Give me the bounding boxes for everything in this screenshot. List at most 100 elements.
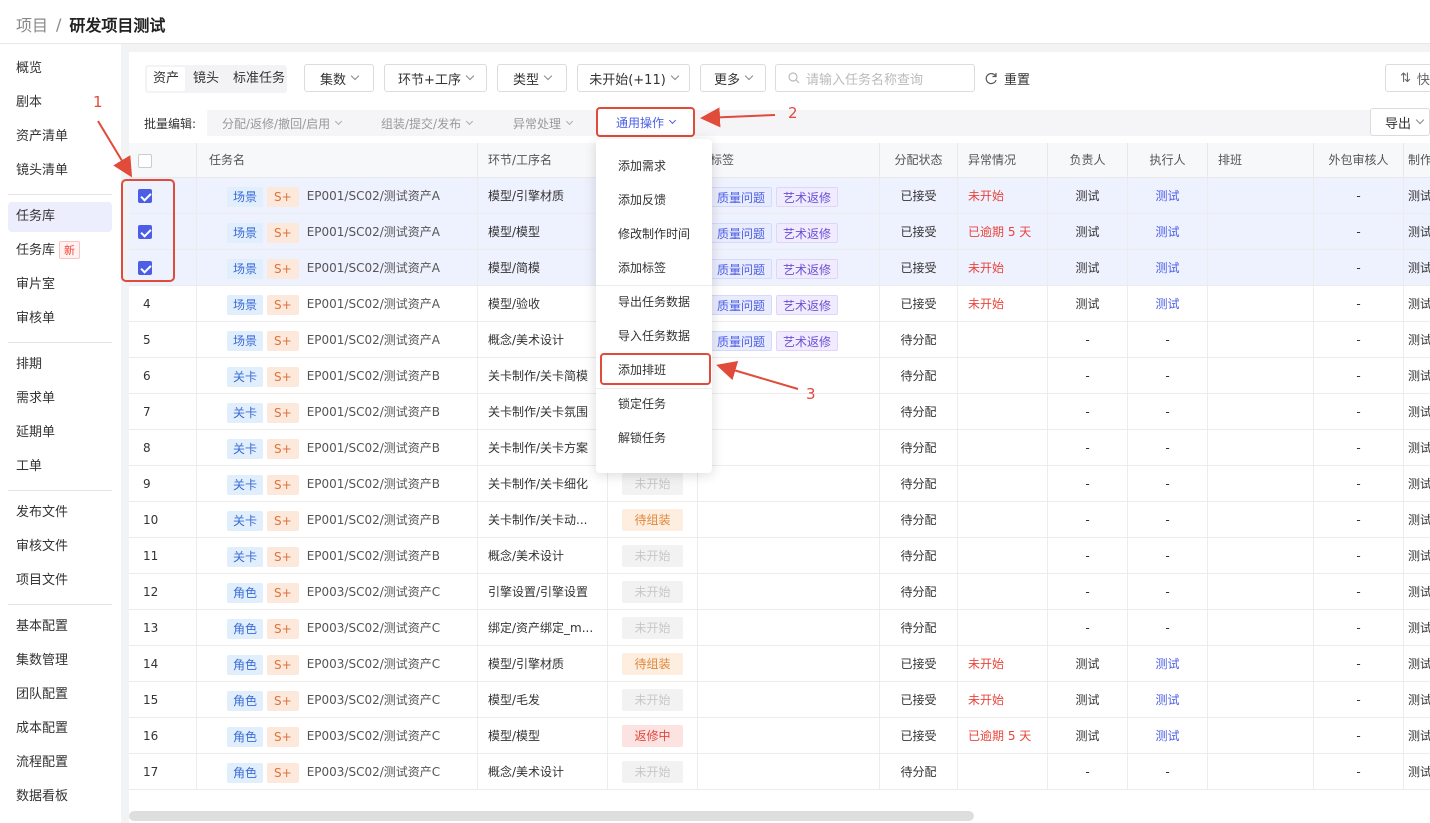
task-path[interactable]: EP003/SC02/测试资产C bbox=[307, 765, 440, 779]
filter-step[interactable]: 环节+工序 bbox=[384, 64, 487, 92]
segment-assets[interactable]: 资产 bbox=[147, 67, 186, 91]
header-schedule[interactable]: 排班 bbox=[1208, 143, 1314, 178]
sidebar-item[interactable]: 任务库 bbox=[8, 202, 112, 232]
sidebar-item[interactable]: 发布文件 bbox=[8, 498, 112, 528]
task-path[interactable]: EP003/SC02/测试资产C bbox=[307, 729, 440, 743]
task-path[interactable]: EP001/SC02/测试资产A bbox=[307, 189, 440, 203]
general-operations-button[interactable]: 通用操作 bbox=[596, 107, 695, 137]
task-path[interactable]: EP003/SC02/测试资产C bbox=[307, 693, 440, 707]
task-path[interactable]: EP001/SC02/测试资产A bbox=[307, 297, 440, 311]
filter-more[interactable]: 更多 bbox=[700, 64, 766, 92]
filter-type[interactable]: 类型 bbox=[497, 64, 567, 92]
sidebar-item[interactable]: 延期单 bbox=[8, 418, 112, 448]
select-all-checkbox[interactable] bbox=[138, 154, 152, 168]
sidebar-item[interactable]: 概览 bbox=[8, 54, 112, 84]
header-tags[interactable]: 标签 bbox=[698, 143, 880, 178]
table-row[interactable]: 17 角色 S+ EP003/SC02/测试资产C 概念/美术设计 未开始 待分配 - - - 测试 bbox=[129, 754, 1430, 790]
task-path[interactable]: EP001/SC02/测试资产B bbox=[307, 549, 440, 563]
executor-name[interactable]: 测试 bbox=[1155, 261, 1179, 275]
menu-item-export-tasks[interactable]: 导出任务数据 bbox=[596, 285, 712, 319]
task-path[interactable]: EP001/SC02/测试资产B bbox=[307, 513, 440, 527]
batch-op-assign[interactable]: 分配/返修/撤回/启用 bbox=[222, 115, 343, 132]
header-owner[interactable]: 负责人 bbox=[1048, 143, 1128, 178]
sidebar-item-label: 剧本 bbox=[16, 95, 43, 110]
table-row[interactable]: 场景 S+ EP001/SC02/测试资产A 模型/模型 质量问题 艺术返修 已接受 已逾期 … bbox=[129, 214, 1430, 250]
sidebar-item[interactable]: 资产清单 bbox=[8, 122, 112, 152]
sidebar-item[interactable]: 基本配置 bbox=[8, 612, 112, 642]
menu-item-import-tasks[interactable]: 导入任务数据 bbox=[596, 319, 712, 353]
task-path[interactable]: EP003/SC02/测试资产C bbox=[307, 585, 440, 599]
menu-item-lock-task[interactable]: 锁定任务 bbox=[596, 387, 712, 421]
table-row[interactable]: 7 关卡 S+ EP001/SC02/测试资产B 关卡制作/关卡氛围 待分配 - - - 测试 bbox=[129, 394, 1430, 430]
table-row[interactable]: 10 关卡 S+ EP001/SC02/测试资产B 关卡制作/关卡动... 待组装 待分配 -… bbox=[129, 502, 1430, 538]
export-button[interactable]: 导出 bbox=[1370, 108, 1430, 136]
executor-name[interactable]: 测试 bbox=[1155, 693, 1179, 707]
header-outsource-reviewer[interactable]: 外包审核人 bbox=[1314, 143, 1404, 178]
header-assign-status[interactable]: 分配状态 bbox=[880, 143, 958, 178]
task-path[interactable]: EP003/SC02/测试资产C bbox=[307, 621, 440, 635]
table-row[interactable]: 场景 S+ EP001/SC02/测试资产A 模型/引擎材质 质量问题 艺术返修 已接受 未开… bbox=[129, 178, 1430, 214]
reset-button[interactable]: 重置 bbox=[985, 64, 1030, 92]
task-path[interactable]: EP001/SC02/测试资产B bbox=[307, 477, 440, 491]
sidebar-item[interactable]: 镜头清单 bbox=[8, 156, 112, 186]
task-path[interactable]: EP001/SC02/测试资产A bbox=[307, 333, 440, 347]
executor-name[interactable]: 测试 bbox=[1155, 189, 1179, 203]
table-row[interactable]: 9 关卡 S+ EP001/SC02/测试资产B 关卡制作/关卡细化 未开始 待分配 - - - 测… bbox=[129, 466, 1430, 502]
header-step[interactable]: 环节/工序名 bbox=[478, 143, 608, 178]
table-row[interactable]: 16 角色 S+ EP003/SC02/测试资产C 模型/模型 返修中 已接受 已逾期 5 天… bbox=[129, 718, 1430, 754]
table-row[interactable]: 11 关卡 S+ EP001/SC02/测试资产B 概念/美术设计 未开始 待分配 - - - 测试 bbox=[129, 538, 1430, 574]
table-row[interactable]: 8 关卡 S+ EP001/SC02/测试资产B 关卡制作/关卡方案 待分配 - - - 测试 bbox=[129, 430, 1430, 466]
sidebar-item[interactable]: 审片室 bbox=[8, 270, 112, 300]
filter-episodes[interactable]: 集数 bbox=[304, 64, 374, 92]
task-path[interactable]: EP001/SC02/测试资产B bbox=[307, 441, 440, 455]
filter-status[interactable]: 未开始(+11) bbox=[577, 64, 690, 92]
search-input[interactable]: 请输入任务名称查询 bbox=[775, 64, 975, 92]
sidebar-item[interactable]: 需求单 bbox=[8, 384, 112, 414]
task-path[interactable]: EP001/SC02/测试资产A bbox=[307, 225, 440, 239]
menu-item-edit-production-time[interactable]: 修改制作时间 bbox=[596, 217, 712, 251]
header-maker[interactable]: 制作 bbox=[1404, 143, 1430, 178]
table-row[interactable]: 14 角色 S+ EP003/SC02/测试资产C 模型/引擎材质 待组装 已接受 未开始 测试… bbox=[129, 646, 1430, 682]
quick-button[interactable]: ⇅ 快 bbox=[1385, 64, 1430, 92]
task-path[interactable]: EP001/SC02/测试资产B bbox=[307, 405, 440, 419]
table-row[interactable]: 5 场景 S+ EP001/SC02/测试资产A 概念/美术设计 质量问题 艺术返修 待分配 -… bbox=[129, 322, 1430, 358]
menu-item-add-tag[interactable]: 添加标签 bbox=[596, 251, 712, 285]
header-executor[interactable]: 执行人 bbox=[1128, 143, 1208, 178]
sidebar-item[interactable]: 数据看板 bbox=[8, 782, 112, 812]
executor-name[interactable]: 测试 bbox=[1155, 657, 1179, 671]
menu-item-unlock-task[interactable]: 解锁任务 bbox=[596, 421, 712, 455]
table-row[interactable]: 13 角色 S+ EP003/SC02/测试资产C 绑定/资产绑定_m... 未开始 待分配… bbox=[129, 610, 1430, 646]
sidebar-item[interactable]: 团队配置 bbox=[8, 680, 112, 710]
batch-op-assemble[interactable]: 组装/提交/发布 bbox=[381, 115, 474, 132]
batch-op-exception[interactable]: 异常处理 bbox=[513, 115, 574, 132]
segment-standard-tasks[interactable]: 标准任务 bbox=[227, 67, 291, 91]
menu-item-add-feedback[interactable]: 添加反馈 bbox=[596, 183, 712, 217]
sidebar-item[interactable]: 集数管理 bbox=[8, 646, 112, 676]
sidebar-item[interactable]: 审核单 bbox=[8, 304, 112, 334]
breadcrumb-root[interactable]: 项目 bbox=[16, 12, 48, 36]
segment-shots[interactable]: 镜头 bbox=[187, 67, 225, 91]
sidebar-item[interactable]: 成本配置 bbox=[8, 714, 112, 744]
table-row[interactable]: 15 角色 S+ EP003/SC02/测试资产C 模型/毛发 未开始 已接受 未开始 测试 测试… bbox=[129, 682, 1430, 718]
sidebar-item[interactable]: 流程配置 bbox=[8, 748, 112, 778]
sidebar-item[interactable]: 项目文件 bbox=[8, 566, 112, 596]
menu-item-add-requirement[interactable]: 添加需求 bbox=[596, 149, 712, 183]
table-row[interactable]: 场景 S+ EP001/SC02/测试资产A 模型/简模 质量问题 艺术返修 已接受 未开始 测… bbox=[129, 250, 1430, 286]
executor-name[interactable]: 测试 bbox=[1155, 729, 1179, 743]
header-task-name[interactable]: 任务名 bbox=[197, 143, 478, 178]
header-exception[interactable]: 异常情况 bbox=[958, 143, 1048, 178]
executor-name[interactable]: 测试 bbox=[1155, 297, 1179, 311]
table-row[interactable]: 6 关卡 S+ EP001/SC02/测试资产B 关卡制作/关卡简模 待分配 - - - 测试 bbox=[129, 358, 1430, 394]
outsource-reviewer: - bbox=[1356, 189, 1361, 203]
task-path[interactable]: EP001/SC02/测试资产B bbox=[307, 369, 440, 383]
task-path[interactable]: EP003/SC02/测试资产C bbox=[307, 657, 440, 671]
table-row[interactable]: 12 角色 S+ EP003/SC02/测试资产C 引擎设置/引擎设置 未开始 待分配 - - -… bbox=[129, 574, 1430, 610]
table-row[interactable]: 4 场景 S+ EP001/SC02/测试资产A 模型/验收 质量问题 艺术返修 已接受 未开始… bbox=[129, 286, 1430, 322]
sidebar-item[interactable]: 审核文件 bbox=[8, 532, 112, 562]
sidebar-item[interactable]: 任务库新 bbox=[8, 236, 112, 266]
sidebar-item[interactable]: 排期 bbox=[8, 350, 112, 380]
horizontal-scrollbar[interactable] bbox=[129, 811, 974, 821]
sidebar-item[interactable]: 工单 bbox=[8, 452, 112, 482]
task-path[interactable]: EP001/SC02/测试资产A bbox=[307, 261, 440, 275]
executor-name[interactable]: 测试 bbox=[1155, 225, 1179, 239]
